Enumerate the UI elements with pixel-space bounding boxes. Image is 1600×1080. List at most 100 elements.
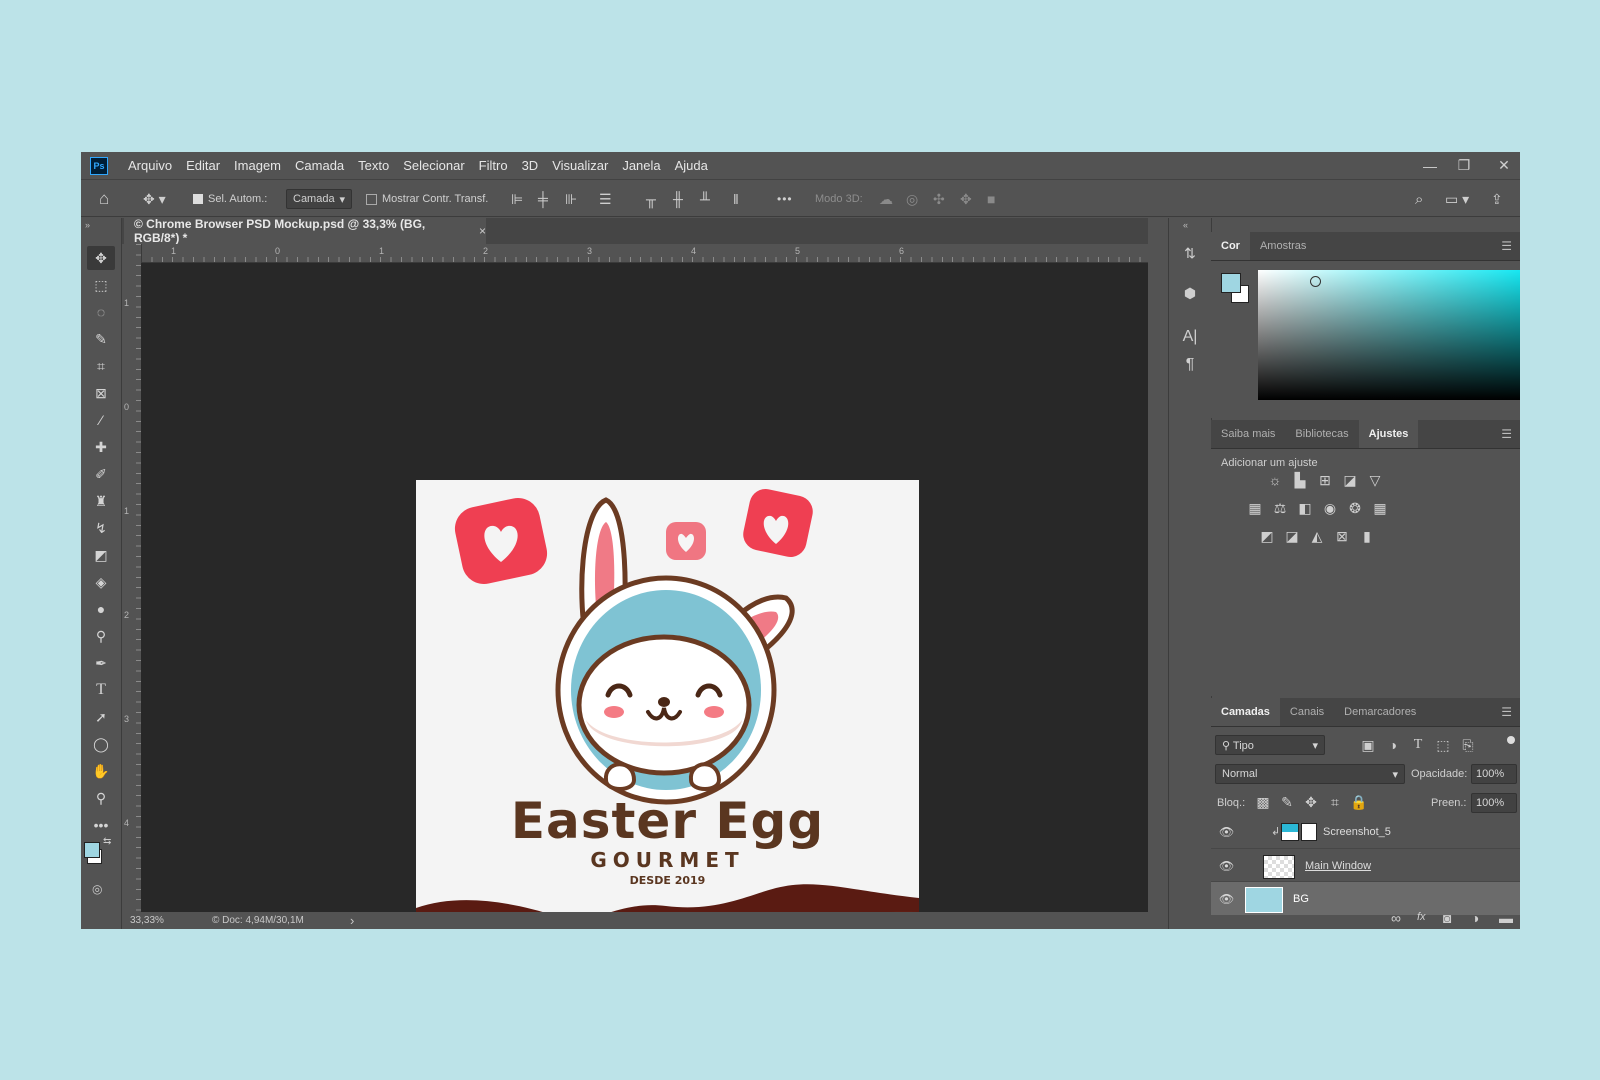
lock-position-icon[interactable]: ✥ <box>1303 793 1319 811</box>
tab-bibliotecas[interactable]: Bibliotecas <box>1285 420 1358 448</box>
more-tools-icon[interactable]: ••• <box>87 813 115 837</box>
new-adjustment-icon[interactable]: ◑ <box>1471 910 1479 926</box>
foreground-color-swatch[interactable] <box>84 842 100 858</box>
visibility-eye-icon[interactable]: 👁 <box>1219 859 1234 873</box>
menu-camada[interactable]: Camada <box>295 158 344 173</box>
filter-type-icon[interactable]: T <box>1409 736 1427 754</box>
photo-filter-icon[interactable]: ◉ <box>1321 499 1339 517</box>
move-tool-icon[interactable]: ✥ <box>87 246 115 270</box>
filter-shape-icon[interactable]: ⬚ <box>1434 736 1452 754</box>
history-panel-icon[interactable]: ⇅ <box>1179 242 1201 264</box>
filter-smart-object-icon[interactable]: ⎘ <box>1459 736 1477 754</box>
photoshop-logo-icon[interactable]: Ps <box>90 156 108 175</box>
menu-editar[interactable]: Editar <box>186 158 220 173</box>
restore-button[interactable]: ❐ <box>1446 152 1482 179</box>
add-style-icon[interactable]: fx <box>1417 911 1426 923</box>
align-top-icon[interactable]: ╥ <box>646 188 656 210</box>
share-icon[interactable]: ⇪ <box>1491 188 1503 210</box>
invert-icon[interactable]: ◩ <box>1258 527 1276 545</box>
menu-visualizar[interactable]: Visualizar <box>552 158 608 173</box>
tab-ajustes[interactable]: Ajustes <box>1358 420 1419 448</box>
color-field[interactable] <box>1258 270 1520 400</box>
lock-pixels-icon[interactable]: ✎ <box>1279 793 1295 811</box>
status-arrow-icon[interactable]: › <box>350 913 354 928</box>
hand-tool-icon[interactable]: ✋ <box>87 759 115 783</box>
filter-pixel-icon[interactable]: ▣ <box>1359 736 1377 754</box>
tab-camadas[interactable]: Camadas <box>1211 698 1280 726</box>
panel-menu-icon[interactable]: ☰ <box>1501 239 1512 253</box>
workspace-icon[interactable]: ▭ ▾ <box>1445 188 1469 210</box>
history-brush-tool-icon[interactable]: ↯ <box>87 516 115 540</box>
align-center-icon[interactable]: ╪ <box>538 188 548 210</box>
panel-menu-icon[interactable]: ☰ <box>1501 705 1512 719</box>
canvas-area[interactable]: Easter Egg GOURMET DESDE 2019 <box>141 263 1148 929</box>
levels-icon[interactable]: ▙ <box>1291 471 1309 489</box>
move-tool-preset-icon[interactable]: ✥ ▾ <box>143 188 166 210</box>
auto-select-checkbox[interactable]: Sel. Autom.: <box>193 188 267 210</box>
foreground-color-chip[interactable] <box>1221 273 1241 293</box>
crop-tool-icon[interactable]: ⌗ <box>87 354 115 378</box>
layer-row-main-window[interactable]: 👁 Main Window fx <box>1211 848 1520 882</box>
visibility-eye-icon[interactable]: 👁 <box>1219 892 1234 906</box>
visibility-eye-icon[interactable]: 👁 <box>1219 825 1234 839</box>
distribute-icon[interactable]: ☰ <box>599 188 612 210</box>
opacity-field[interactable]: 100% <box>1471 764 1517 784</box>
color-picker-cursor[interactable] <box>1310 276 1321 287</box>
brush-tool-icon[interactable]: ✐ <box>87 462 115 486</box>
tab-demarcadores[interactable]: Demarcadores <box>1334 698 1426 726</box>
align-left-icon[interactable]: ⊫ <box>511 188 523 210</box>
ellipse-tool-icon[interactable]: ◯ <box>87 732 115 756</box>
tab-cor[interactable]: Cor <box>1211 232 1250 260</box>
channel-mixer-icon[interactable]: ❂ <box>1346 499 1364 517</box>
healing-brush-tool-icon[interactable]: ✚ <box>87 435 115 459</box>
lock-transparency-icon[interactable]: ▩ <box>1255 793 1271 811</box>
more-options-button[interactable]: ••• <box>777 188 793 210</box>
quick-select-tool-icon[interactable]: ✎ <box>87 327 115 351</box>
panel-menu-icon[interactable]: ☰ <box>1501 427 1512 441</box>
color-lookup-icon[interactable]: ▦ <box>1371 499 1389 517</box>
blur-tool-icon[interactable]: ● <box>87 597 115 621</box>
zoom-tool-icon[interactable]: ⚲ <box>87 786 115 810</box>
filter-adjustment-icon[interactable]: ◑ <box>1384 736 1402 754</box>
black-white-icon[interactable]: ◧ <box>1296 499 1314 517</box>
menu-arquivo[interactable]: Arquivo <box>128 158 172 173</box>
expand-icon[interactable]: « <box>1183 220 1188 230</box>
distribute-vertical-icon[interactable]: ‖ <box>733 188 739 210</box>
menu-janela[interactable]: Janela <box>622 158 660 173</box>
home-icon[interactable]: ⌂ <box>99 188 109 210</box>
brightness-contrast-icon[interactable]: ☼ <box>1266 471 1284 489</box>
tab-saiba-mais[interactable]: Saiba mais <box>1211 420 1285 448</box>
eraser-tool-icon[interactable]: ◩ <box>87 543 115 567</box>
layer-row-screenshot-5[interactable]: 👁 ↲ Screenshot_5 <box>1211 815 1520 848</box>
hue-saturation-icon[interactable]: ▦ <box>1246 499 1264 517</box>
path-select-tool-icon[interactable]: ➚ <box>87 705 115 729</box>
swap-colors-icon[interactable]: ⇆ <box>103 836 111 847</box>
collapse-icon[interactable]: » <box>85 220 90 230</box>
new-group-icon[interactable]: ▬ <box>1499 910 1513 926</box>
minimize-button[interactable]: — <box>1412 152 1448 179</box>
align-middle-icon[interactable]: ╫ <box>673 188 683 210</box>
paint-bucket-tool-icon[interactable]: ◈ <box>87 570 115 594</box>
document-tab[interactable]: © Chrome Browser PSD Mockup.psd @ 33,3% … <box>124 217 486 245</box>
paragraph-panel-icon[interactable]: ¶ <box>1179 354 1201 376</box>
filter-toggle-icon[interactable] <box>1507 736 1515 744</box>
type-tool-icon[interactable]: T <box>87 678 115 702</box>
posterize-icon[interactable]: ◪ <box>1283 527 1301 545</box>
gradient-map-icon[interactable]: ▮ <box>1358 527 1376 545</box>
fill-field[interactable]: 100% <box>1471 793 1517 813</box>
threshold-icon[interactable]: ◭ <box>1308 527 1326 545</box>
exposure-icon[interactable]: ◪ <box>1341 471 1359 489</box>
character-panel-icon[interactable]: A| <box>1179 326 1201 348</box>
lock-all-icon[interactable]: 🔒 <box>1350 793 1367 811</box>
auto-select-target-dropdown[interactable]: Camada ▾ <box>286 189 352 209</box>
vibrance-icon[interactable]: ▽ <box>1366 471 1384 489</box>
marquee-tool-icon[interactable]: ⬚ <box>87 273 115 297</box>
align-bottom-icon[interactable]: ╨ <box>700 188 710 210</box>
menu-selecionar[interactable]: Selecionar <box>403 158 464 173</box>
color-balance-icon[interactable]: ⚖ <box>1271 499 1289 517</box>
zoom-level[interactable]: 33,33% <box>130 915 164 926</box>
artwork[interactable]: Easter Egg GOURMET DESDE 2019 <box>416 480 919 929</box>
search-icon[interactable]: ⌕ <box>1415 188 1423 210</box>
blend-mode-dropdown[interactable]: Normal ▾ <box>1215 764 1405 784</box>
curves-icon[interactable]: ⊞ <box>1316 471 1334 489</box>
